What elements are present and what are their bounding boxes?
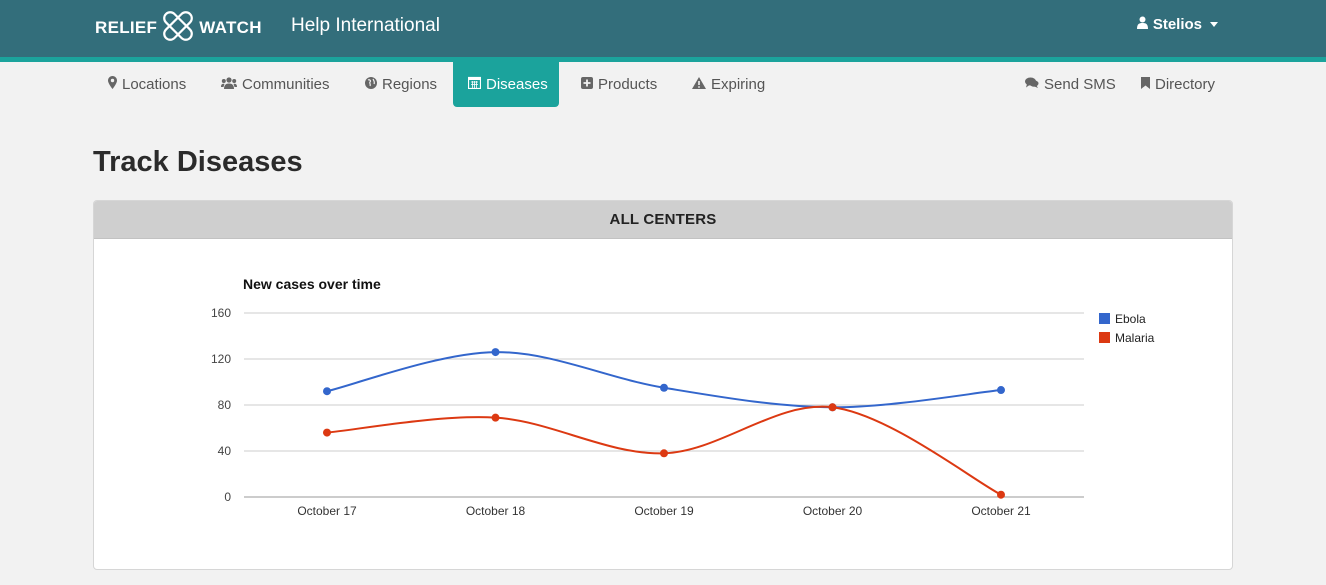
data-point-ebola [997, 386, 1005, 395]
brand-logo[interactable]: RELIEF WATCH [95, 10, 262, 46]
legend-swatch-ebola [1099, 313, 1110, 324]
globe-icon [365, 76, 377, 93]
nav-label-directory: Directory [1155, 76, 1216, 93]
nav-item-send-sms[interactable]: Send SMS [1025, 62, 1116, 107]
chart-title: New cases over time [243, 276, 381, 292]
user-icon [1136, 16, 1148, 33]
nav-label-communities: Communities [242, 76, 330, 93]
comments-icon [1025, 76, 1039, 93]
nav-label-products: Products [598, 76, 658, 93]
x-tick-label: October 20 [803, 504, 863, 518]
main-nav: Locations Communities Regions Diseases P… [0, 62, 1326, 107]
users-icon [221, 76, 237, 93]
y-tick-label: 0 [224, 490, 231, 504]
organization-name: Help International [291, 15, 440, 36]
nav-label-diseases: Diseases [486, 76, 548, 93]
nav-item-diseases[interactable]: Diseases [453, 62, 559, 107]
bandage-logo-icon [161, 10, 195, 46]
caret-down-icon [1210, 22, 1218, 27]
nav-item-locations[interactable]: Locations [108, 62, 186, 107]
y-tick-label: 120 [211, 352, 231, 366]
nav-item-regions[interactable]: Regions [365, 62, 437, 107]
nav-label-send-sms: Send SMS [1044, 76, 1116, 93]
data-point-malaria [828, 403, 837, 412]
plus-square-icon [581, 76, 593, 93]
nav-item-communities[interactable]: Communities [221, 62, 330, 107]
data-point-malaria [323, 428, 331, 437]
data-point-ebola [323, 387, 331, 396]
x-tick-label: October 21 [971, 504, 1031, 518]
data-point-ebola [491, 348, 500, 357]
nav-item-directory[interactable]: Directory [1141, 62, 1215, 107]
warning-icon [692, 76, 706, 93]
user-menu-dropdown[interactable]: Stelios [1136, 16, 1218, 33]
legend-swatch-malaria [1099, 332, 1110, 343]
data-point-malaria [491, 413, 500, 422]
nav-item-expiring[interactable]: Expiring [692, 62, 765, 107]
cases-line-chart: New cases over time 0 40 80 120 160 October 17… [211, 276, 1155, 518]
nav-label-regions: Regions [382, 76, 438, 93]
legend-label-malaria: Malaria [1115, 331, 1155, 345]
chart-container: New cases over time 0 40 80 120 160 October 17… [94, 239, 1232, 569]
x-tick-label: October 18 [466, 504, 526, 518]
user-name: Stelios [1152, 16, 1202, 33]
all-centers-panel: ALL CENTERS New cases over time 0 40 80 120 1… [93, 200, 1233, 570]
calendar-icon [467, 76, 482, 93]
nav-label-expiring: Expiring [711, 76, 766, 93]
nav-item-products[interactable]: Products [581, 62, 657, 107]
bookmark-icon [1141, 76, 1150, 93]
y-tick-label: 160 [211, 306, 231, 320]
page-title: Track Diseases [93, 146, 303, 178]
data-point-malaria [997, 490, 1005, 499]
legend-label-ebola: Ebola [1115, 312, 1146, 326]
y-tick-label: 40 [218, 444, 232, 458]
data-point-malaria [660, 449, 668, 458]
panel-header: ALL CENTERS [94, 201, 1232, 239]
map-marker-icon [108, 76, 117, 93]
x-tick-label: October 17 [297, 504, 357, 518]
nav-label-locations: Locations [122, 76, 187, 93]
y-tick-label: 80 [218, 398, 232, 412]
brand-left-text: RELIEF [95, 18, 158, 37]
x-tick-label: October 19 [634, 504, 694, 518]
data-point-ebola [660, 383, 668, 392]
brand-right-text: WATCH [199, 18, 262, 37]
series-line-ebola [326, 351, 1002, 409]
top-navbar: RELIEF WATCH Help International Stelios [0, 0, 1326, 57]
